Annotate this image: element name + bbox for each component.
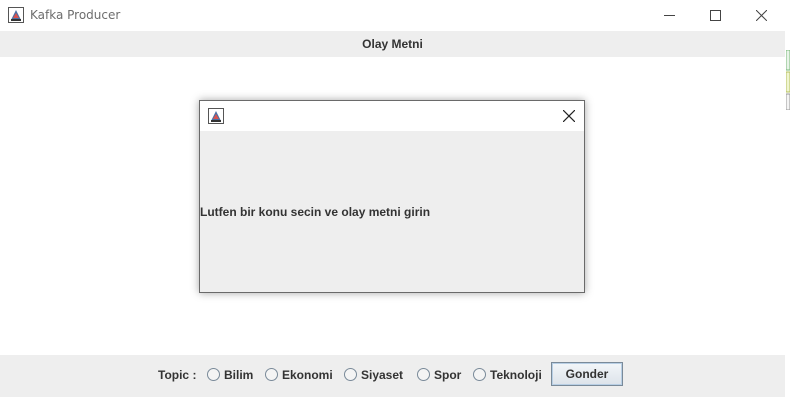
bottom-bar: Topic : Bilim Ekonomi Siyaset Spor Tekno… [0,355,785,397]
minimize-icon [664,15,675,16]
close-icon [756,10,767,21]
java-app-icon [8,7,24,23]
send-button[interactable]: Gonder [551,362,623,386]
window-title: Kafka Producer [30,8,121,22]
dialog-message: Lutfen bir konu secin ve olay metni giri… [200,205,431,219]
maximize-button[interactable] [692,0,738,31]
radio-label: Siyaset [361,368,404,382]
radio-circle[interactable] [473,368,486,381]
title-bar[interactable]: Kafka Producer [0,0,785,31]
topic-label: Topic : [158,368,197,382]
dialog-close-button[interactable] [554,101,584,131]
radio-circle[interactable] [207,368,220,381]
radio-label: Bilim [224,368,254,382]
radio-label: Teknoloji [490,368,542,382]
dialog-title-bar[interactable] [200,101,584,131]
radio-label: Spor [434,368,462,382]
maximize-icon [710,10,721,21]
radio-circle[interactable] [265,368,278,381]
radio-circle[interactable] [344,368,357,381]
close-icon [563,110,575,122]
background-window-edge [785,49,790,111]
java-app-icon [208,108,224,124]
radio-label: Ekonomi [282,368,333,382]
minimize-button[interactable] [646,0,692,31]
message-dialog: Lutfen bir konu secin ve olay metni giri… [199,100,585,293]
header-label: Olay Metni [0,31,785,57]
close-button[interactable] [738,0,784,31]
radio-circle[interactable] [417,368,430,381]
